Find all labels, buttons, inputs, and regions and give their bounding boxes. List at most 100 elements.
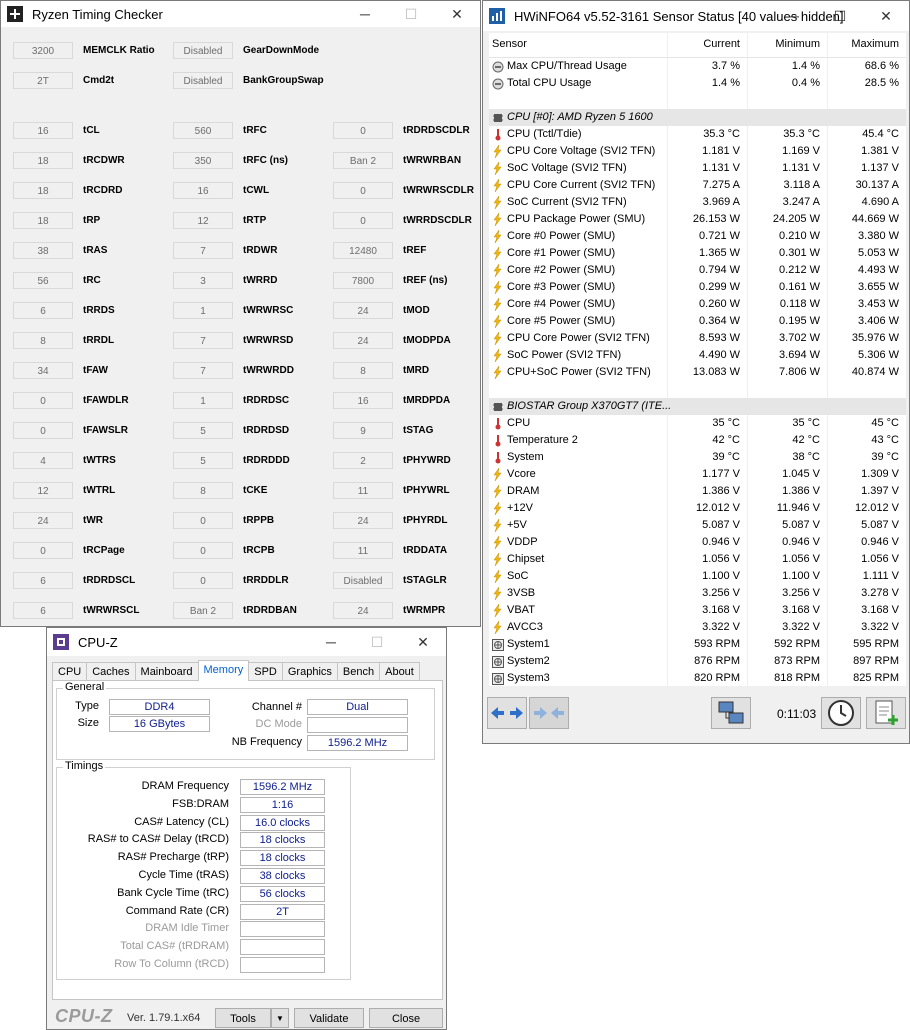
- rtc-col3-8-label: tMRD: [403, 365, 430, 376]
- sensor-maximum: 3.453 W: [858, 298, 899, 310]
- sensor-row[interactable]: CPU Core Current (SVI2 TFN) 7.275 A 3.118 …: [489, 177, 906, 194]
- fan-icon: [492, 672, 504, 685]
- tab-bench[interactable]: Bench: [336, 662, 381, 681]
- hwinfo-close-button[interactable]: ✕: [863, 1, 909, 31]
- navigate-arrows-button[interactable]: [487, 697, 527, 729]
- sensor-row[interactable]: Core #3 Power (SMU) 0.299 W 0.161 W 3.655 W: [489, 279, 906, 296]
- sensor-row[interactable]: Core #4 Power (SMU) 0.260 W 0.118 W 3.453 W: [489, 296, 906, 313]
- cpuz-version: Ver. 1.79.1.x64: [127, 1012, 201, 1024]
- cpuz-tab-bar: CPU Caches Mainboard Memory SPD Graphics Bench…: [52, 660, 420, 681]
- timer-button[interactable]: [821, 697, 861, 729]
- sensor-row[interactable]: VDDP 0.946 V 0.946 V 0.946 V: [489, 534, 906, 551]
- sensor-row[interactable]: CPU+SoC Power (SVI2 TFN) 13.083 W 7.806 W 4…: [489, 364, 906, 381]
- rtc-col2-4-value: 7: [173, 242, 233, 259]
- sensor-name: Total CPU Usage: [507, 77, 592, 89]
- validate-button[interactable]: Validate: [294, 1008, 364, 1028]
- sensor-row[interactable]: CPU 35 °C 35 °C 45 °C: [489, 415, 906, 432]
- tab-caches[interactable]: Caches: [86, 662, 136, 681]
- dc-mode-label: DC Mode: [255, 718, 302, 730]
- sensor-row[interactable]: 3VSB 3.256 V 3.256 V 3.278 V: [489, 585, 906, 602]
- cpuz-title-bar[interactable]: CPU-Z ─ ☐ ✕: [47, 628, 446, 656]
- sensor-group-header[interactable]: CPU [#0]: AMD Ryzen 5 1600: [489, 109, 906, 126]
- sensor-name: System2: [507, 655, 550, 667]
- sensor-group-header[interactable]: BIOSTAR Group X370GT7 (ITE...: [489, 398, 906, 415]
- sensor-maximum: 39 °C: [871, 451, 899, 463]
- sensor-row[interactable]: Vcore 1.177 V 1.045 V 1.309 V: [489, 466, 906, 483]
- rtc-col3-1-value: Ban 2: [333, 152, 393, 169]
- tab-spd[interactable]: SPD: [248, 662, 283, 681]
- hwinfo-maximize-button[interactable]: ☐: [817, 1, 863, 31]
- sensor-row[interactable]: CPU Core Power (SVI2 TFN) 8.593 W 3.702 W 3…: [489, 330, 906, 347]
- tab-graphics[interactable]: Graphics: [281, 662, 338, 681]
- close-button[interactable]: Close: [369, 1008, 443, 1028]
- sensor-row[interactable]: +12V 12.012 V 11.946 V 12.012 V: [489, 500, 906, 517]
- sensor-row[interactable]: CPU (Tctl/Tdie) 35.3 °C 35.3 °C 45.4 °C: [489, 126, 906, 143]
- sensor-row[interactable]: VBAT 3.168 V 3.168 V 3.168 V: [489, 602, 906, 619]
- sensor-row[interactable]: SoC Power (SVI2 TFN) 4.490 W 3.694 W 5.306 …: [489, 347, 906, 364]
- sensor-row[interactable]: DRAM 1.386 V 1.386 V 1.397 V: [489, 483, 906, 500]
- sensor-row[interactable]: System1 593 RPM 592 RPM 595 RPM: [489, 636, 906, 653]
- sensor-row[interactable]: Chipset 1.056 V 1.056 V 1.056 V: [489, 551, 906, 568]
- sensor-row[interactable]: SoC Current (SVI2 TFN) 3.969 A 3.247 A 4.69…: [489, 194, 906, 211]
- sensor-row[interactable]: Core #2 Power (SMU) 0.794 W 0.212 W 4.493 W: [489, 262, 906, 279]
- sensor-row[interactable]: Core #1 Power (SMU) 1.365 W 0.301 W 5.053 W: [489, 245, 906, 262]
- hwinfo-minimize-button[interactable]: ─: [771, 1, 817, 31]
- sensor-group-name: CPU [#0]: AMD Ryzen 5 1600: [507, 111, 653, 123]
- header-sensor[interactable]: Sensor: [492, 38, 527, 50]
- sensor-name: System3: [507, 672, 550, 684]
- sensor-table[interactable]: Sensor Current Minimum Maximum Max CPU/T…: [489, 33, 906, 686]
- thermometer-icon: [492, 451, 504, 464]
- sensor-row[interactable]: CPU Core Voltage (SVI2 TFN) 1.181 V 1.169 …: [489, 143, 906, 160]
- tab-cpu[interactable]: CPU: [52, 662, 88, 681]
- sensor-row[interactable]: System3 820 RPM 818 RPM 825 RPM: [489, 670, 906, 686]
- rtc-col2-0-value: 560: [173, 122, 233, 139]
- timing-label: RAS# to CAS# Delay (tRCD): [87, 833, 229, 846]
- tools-dropdown-arrow-icon[interactable]: ▼: [271, 1008, 289, 1028]
- sensor-row[interactable]: +5V 5.087 V 5.087 V 5.087 V: [489, 517, 906, 534]
- rtc-col2-10-value: 5: [173, 422, 233, 439]
- hwinfo-title-bar[interactable]: HWiNFO64 v5.52-3161 Sensor Status [40 va…: [483, 1, 909, 31]
- add-report-button[interactable]: [866, 697, 906, 729]
- sensor-row[interactable]: SoC Voltage (SVI2 TFN) 1.131 V 1.131 V 1.13…: [489, 160, 906, 177]
- sensor-row[interactable]: Max CPU/Thread Usage 3.7 % 1.4 % 68.6 %: [489, 58, 906, 75]
- header-maximum[interactable]: Maximum: [851, 38, 899, 50]
- rtc-col2-9-value: 1: [173, 392, 233, 409]
- rtc-col1-2-label: tRCDRD: [83, 185, 123, 196]
- sensor-row[interactable]: System2 876 RPM 873 RPM 897 RPM: [489, 653, 906, 670]
- sensor-current: 0.260 W: [699, 298, 740, 310]
- sensor-maximum: 43 °C: [871, 434, 899, 446]
- sensor-row[interactable]: Total CPU Usage 1.4 % 0.4 % 28.5 %: [489, 75, 906, 92]
- timing-value: 18 clocks: [240, 850, 325, 867]
- network-button[interactable]: [711, 697, 751, 729]
- header-current[interactable]: Current: [703, 38, 740, 50]
- rtc-close-button[interactable]: ✕: [434, 1, 480, 27]
- sensor-maximum: 28.5 %: [864, 77, 899, 89]
- sensor-minimum: 0.301 W: [779, 247, 820, 259]
- rtc-title-bar[interactable]: Ryzen Timing Checker ─ ☐ ✕: [1, 1, 480, 27]
- sensor-name: SoC Power (SVI2 TFN): [507, 349, 622, 361]
- sensor-row[interactable]: Temperature 2 42 °C 42 °C 43 °C: [489, 432, 906, 449]
- sensor-minimum: 3.322 V: [782, 621, 820, 633]
- cpuz-minimize-button[interactable]: ─: [308, 628, 354, 656]
- lightning-icon: [492, 145, 504, 158]
- sensor-row[interactable]: System 39 °C 38 °C 39 °C: [489, 449, 906, 466]
- rtc-col3-4-label: tREF: [403, 245, 427, 256]
- tab-mainboard[interactable]: Mainboard: [134, 662, 199, 681]
- sensor-row[interactable]: Core #5 Power (SMU) 0.364 W 0.195 W 3.406 W: [489, 313, 906, 330]
- sensor-row[interactable]: AVCC3 3.322 V 3.322 V 3.322 V: [489, 619, 906, 636]
- rtc-col3-10-label: tSTAG: [403, 425, 434, 436]
- sensor-row[interactable]: Core #0 Power (SMU) 0.721 W 0.210 W 3.380 W: [489, 228, 906, 245]
- sensor-row[interactable]: CPU Package Power (SMU) 26.153 W 24.205 W 4…: [489, 211, 906, 228]
- tab-about[interactable]: About: [379, 662, 420, 681]
- rtc-col3-6-value: 24: [333, 302, 393, 319]
- tab-memory[interactable]: Memory: [197, 660, 250, 681]
- cpuz-close-button[interactable]: ✕: [400, 628, 446, 656]
- lightning-icon: [492, 315, 504, 328]
- header-minimum[interactable]: Minimum: [775, 38, 820, 50]
- sensor-row[interactable]: SoC 1.100 V 1.100 V 1.111 V: [489, 568, 906, 585]
- channel-label: Channel #: [251, 701, 302, 713]
- thermometer-icon: [492, 128, 504, 141]
- tools-button[interactable]: Tools: [215, 1008, 271, 1028]
- rtc-minimize-button[interactable]: ─: [342, 1, 388, 27]
- sensor-name: SoC Voltage (SVI2 TFN): [507, 162, 627, 174]
